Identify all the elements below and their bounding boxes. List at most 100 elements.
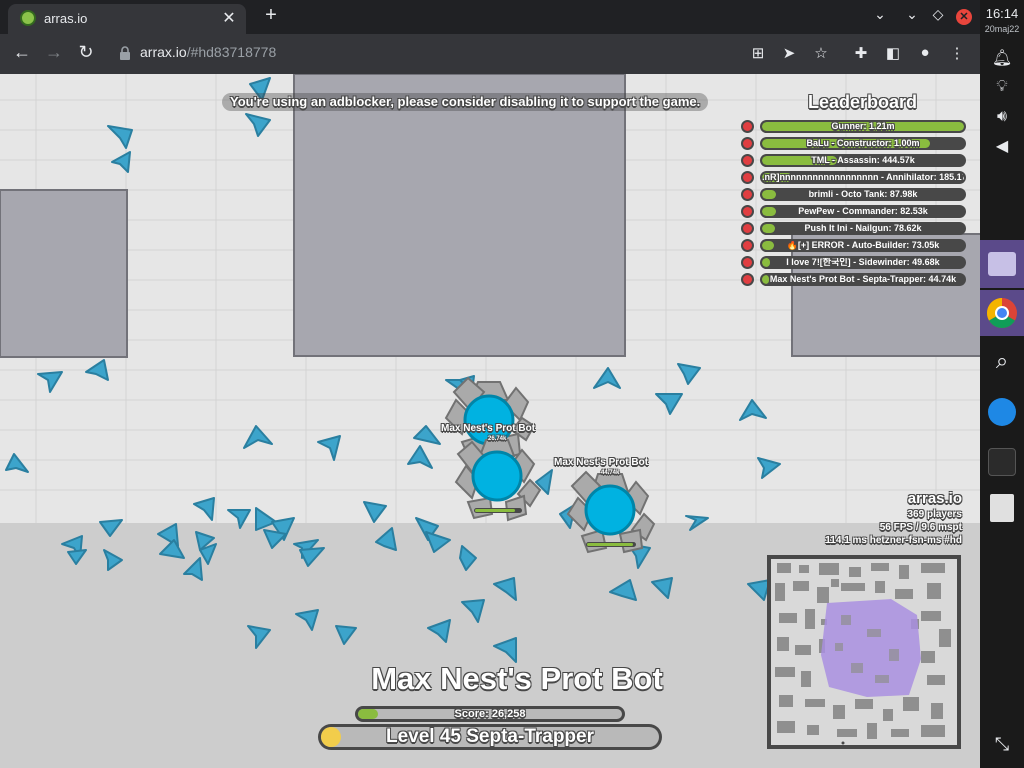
score-bar: brimli - Octo Tank: 87.98k <box>760 188 966 201</box>
minimap <box>767 555 961 749</box>
leaderboard-entry: TML - Assassin: 444.57k <box>811 155 915 165</box>
player-tank <box>454 439 542 522</box>
extensions-puzzle-icon[interactable]: ✚ <box>850 44 872 62</box>
tank-name-label: Max Nest's Prot Bot <box>441 423 536 434</box>
screen: arras.io ✕ + ⌄ ⌄ ◇ ✕ ← → ↻ arrax.io/#hd8… <box>0 0 1024 768</box>
chrome-logo-icon <box>986 298 1017 329</box>
lock-icon[interactable] <box>118 45 132 61</box>
leaderboard-row: Gunner: 1.21m <box>740 119 980 135</box>
enemy-tank-icon <box>741 239 754 252</box>
level-bar: Level 45 Septa-Trapper <box>318 724 662 750</box>
translate-icon[interactable]: ⊞ <box>747 44 769 62</box>
leaderboard-entry: BaLu - Constructor: 1.00m <box>806 138 920 148</box>
profile-icon[interactable]: ● <box>914 44 936 61</box>
leaderboard-row: BaLu - Constructor: 1.00m <box>740 136 980 152</box>
leaderboard-entry: PewPew - Commander: 82.53k <box>798 206 928 216</box>
server-name: arras.io <box>907 490 962 507</box>
score-bar: Max Nest's Prot Bot - Septa-Trapper: 44.… <box>760 273 966 286</box>
leaderboard-row: TML - Assassin: 444.57k <box>740 153 980 169</box>
leaderboard-row: 🔥[+] ERROR - Auto-Builder: 73.05k <box>740 238 980 254</box>
ping-readout: 114.1 ms hetzner-fsn-ms #hd <box>825 535 962 546</box>
window-close-icon[interactable]: ✕ <box>956 9 972 25</box>
archive-zip-icon[interactable] <box>990 494 1014 522</box>
files-app-icon[interactable] <box>980 240 1024 288</box>
enemy-tank-icon <box>741 256 754 269</box>
new-tab-button[interactable]: + <box>260 4 282 27</box>
terminal-icon[interactable] <box>988 448 1016 476</box>
leaderboard-entry: Max Nest's Prot Bot - Septa-Trapper: 44.… <box>769 274 957 284</box>
tab-strip: arras.io ✕ + ⌄ ⌄ ◇ ✕ <box>0 0 980 34</box>
score-bar: Score: 26,258 <box>355 706 625 722</box>
address-bar[interactable]: arrax.io/#hd83718778 <box>140 44 276 60</box>
enemy-tank-icon <box>741 222 754 235</box>
tank-score-label: 44.74k <box>601 470 620 476</box>
leaderboard-row: I love 7![한국인] - Sidewinder: 49.68k <box>740 255 980 271</box>
back-arrow-icon[interactable]: ← <box>10 42 34 63</box>
reload-icon[interactable]: ↻ <box>74 42 98 63</box>
network-globe-icon[interactable] <box>988 398 1016 426</box>
site-favicon-icon <box>20 10 36 26</box>
forward-arrow-icon[interactable]: → <box>42 42 66 63</box>
enemy-tank-icon <box>741 120 754 133</box>
leaderboard-entry: brimli - Octo Tank: 87.98k <box>808 189 918 199</box>
score-bar: I love 7![한국인] - Sidewinder: 49.68k <box>760 256 966 269</box>
enemy-tank-icon <box>741 273 754 286</box>
enemy-tank-icon <box>741 205 754 218</box>
leaderboard-entry: 🔥[+] ERROR - Auto-Builder: 73.05k <box>786 240 940 250</box>
wall-block <box>293 74 626 357</box>
expand-arrows-icon[interactable]: ⤡ <box>980 734 1024 755</box>
send-icon[interactable]: ➤ <box>778 44 800 62</box>
search-icon[interactable]: ⌕ <box>980 348 1024 374</box>
leaderboard-row: brimli - Octo Tank: 87.98k <box>740 187 980 203</box>
side-panel-icon[interactable]: ◧ <box>882 44 904 62</box>
folder-icon <box>988 252 1016 276</box>
tab-search-chevron-icon[interactable]: ⌄ <box>870 6 890 23</box>
clock-time: 16:14 <box>985 6 1019 21</box>
maximize-diamond-icon[interactable]: ◇ <box>928 6 948 23</box>
player-name: Max Nest's Prot Bot <box>371 661 663 696</box>
score-bar: Push It Ini - Nailgun: 78.62k <box>760 222 966 235</box>
level-label: Level 45 Septa-Trapper <box>385 726 595 747</box>
score-bar: .nR]nnnnnnnnnnnnnnnnnn - Annihilator: 18… <box>760 171 966 184</box>
url-host: arrax.io <box>140 44 187 60</box>
volume-icon[interactable]: 🔊︎ <box>980 108 1024 126</box>
browser-tab[interactable]: arras.io ✕ <box>8 4 246 34</box>
adblock-notice: You're using an adblocker, please consid… <box>222 93 709 111</box>
lightbulb-icon[interactable]: 💡︎ <box>980 78 1024 96</box>
enemy-tank-icon <box>741 188 754 201</box>
wall-block <box>0 189 128 358</box>
leaderboard-title: Leaderboard <box>808 92 918 112</box>
clock-date: 20maj22 <box>984 24 1020 34</box>
enemy-tank-icon <box>741 171 754 184</box>
tank-score-label: 26.74k <box>488 436 507 442</box>
collapse-arrow-icon[interactable]: ◀ <box>980 136 1024 156</box>
game-canvas[interactable]: Max Nest's Prot Bot 26.74k Max Nest's Pr… <box>0 74 980 768</box>
leaderboard-row: .nR]nnnnnnnnnnnnnnnnnn - Annihilator: 18… <box>740 170 980 186</box>
score-bar: PewPew - Commander: 82.53k <box>760 205 966 218</box>
score-bar: BaLu - Constructor: 1.00m <box>760 137 966 150</box>
chrome-app-icon[interactable] <box>980 290 1024 336</box>
score-bar: 🔥[+] ERROR - Auto-Builder: 73.05k <box>760 239 966 252</box>
bookmark-star-icon[interactable]: ☆ <box>810 44 832 62</box>
tab-close-button[interactable]: ✕ <box>220 8 238 28</box>
fps-readout: 56 FPS / 9.6 mspt <box>879 522 962 533</box>
leaderboard-entry: .nR]nnnnnnnnnnnnnnnnnn - Annihilator: 18… <box>762 172 966 182</box>
url-path: /#hd83718778 <box>186 44 277 60</box>
enemy-tank-icon <box>741 137 754 150</box>
leaderboard-entry: Push It Ini - Nailgun: 78.62k <box>804 223 922 233</box>
enemy-tank-icon <box>741 154 754 167</box>
score-bar: Gunner: 1.21m <box>760 120 966 133</box>
tank-name-label: Max Nest's Prot Bot <box>554 457 649 468</box>
leaderboard-row: Push It Ini - Nailgun: 78.62k <box>740 221 980 237</box>
bell-icon[interactable]: 🔔︎ <box>980 48 1024 68</box>
leaderboard-entry: I love 7![한국인] - Sidewinder: 49.68k <box>786 257 940 267</box>
minimap-drawing <box>771 559 957 745</box>
score-bar: TML - Assassin: 444.57k <box>760 154 966 167</box>
leaderboard-row: Max Nest's Prot Bot - Septa-Trapper: 44.… <box>740 272 980 288</box>
menu-dots-icon[interactable]: ⋮ <box>946 44 968 62</box>
system-side-panel: 16:14 20maj22 🔔︎ 💡︎ 🔊︎ ◀ ⌕ ⤡ <box>980 0 1024 768</box>
minimize-chevron-icon[interactable]: ⌄ <box>902 6 922 23</box>
leaderboard-row: PewPew - Commander: 82.53k <box>740 204 980 220</box>
tab-title: arras.io <box>44 11 88 26</box>
leaderboard-entry: Gunner: 1.21m <box>831 121 895 131</box>
